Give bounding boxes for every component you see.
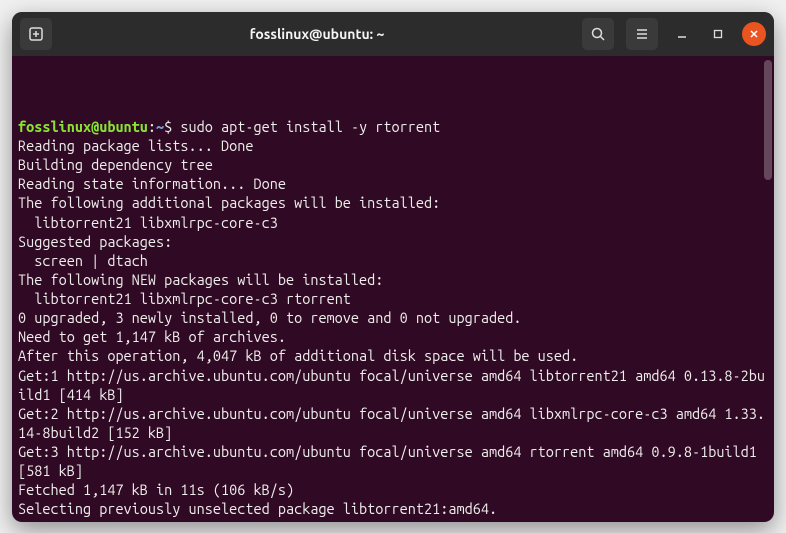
output-line: Selecting previously unselected package … [18,499,768,518]
output-line: Need to get 1,147 kB of archives. [18,327,768,346]
output-line: Get:1 http://us.archive.ubuntu.com/ubunt… [18,366,768,404]
scrollbar[interactable] [764,60,772,180]
menu-button[interactable] [626,18,658,50]
new-tab-button[interactable] [20,18,52,50]
close-icon [749,29,759,39]
terminal-window: fosslinux@ubuntu: ~ fosslinux@ubuntu:~$ … [12,12,774,522]
output-line: Reading package lists... Done [18,136,768,155]
output-line: The following additional packages will b… [18,193,768,212]
command-text: sudo apt-get install -y rtorrent [180,118,440,135]
output-line: Building dependency tree [18,155,768,174]
terminal-body[interactable]: fosslinux@ubuntu:~$ sudo apt-get install… [12,56,774,522]
maximize-button[interactable] [706,22,730,46]
minimize-icon [677,29,687,39]
output-line: libtorrent21 libxmlrpc-core-c3 rtorrent [18,289,768,308]
search-button[interactable] [582,18,614,50]
maximize-icon [713,29,723,39]
output-line: Suggested packages: [18,232,768,251]
search-icon [590,26,606,42]
output-line: 0 upgraded, 3 newly installed, 0 to remo… [18,308,768,327]
prompt-line: fosslinux@ubuntu:~$ sudo apt-get install… [18,117,768,136]
output-line: After this operation, 4,047 kB of additi… [18,346,768,365]
prompt-path: ~ [156,118,164,135]
prompt-user-host: fosslinux@ubuntu [18,118,148,135]
hamburger-icon [634,26,650,42]
titlebar: fosslinux@ubuntu: ~ [12,12,774,56]
new-tab-icon [28,26,44,42]
minimize-button[interactable] [670,22,694,46]
prompt-sep2: $ [164,118,180,135]
output-line: screen | dtach [18,251,768,270]
output-line: Reading state information... Done [18,174,768,193]
output-line: Get:3 http://us.archive.ubuntu.com/ubunt… [18,442,768,480]
output-line: (Reading database ... 196184 files and d… [18,519,768,522]
output-line: The following NEW packages will be insta… [18,270,768,289]
window-title: fosslinux@ubuntu: ~ [60,26,574,42]
output-line: libtorrent21 libxmlrpc-core-c3 [18,213,768,232]
close-button[interactable] [742,22,766,46]
output-line: Fetched 1,147 kB in 11s (106 kB/s) [18,480,768,499]
prompt-sep1: : [148,118,156,135]
output-line: Get:2 http://us.archive.ubuntu.com/ubunt… [18,404,768,442]
